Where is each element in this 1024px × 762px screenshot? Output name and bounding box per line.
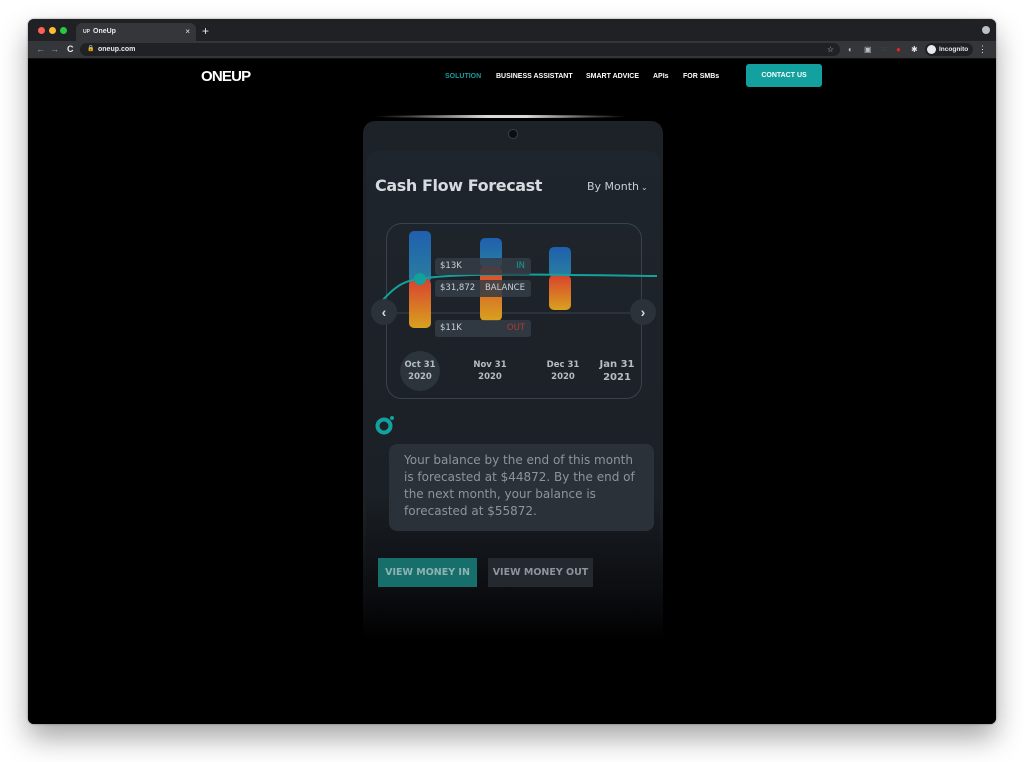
bar-dec[interactable] [549,247,571,310]
in-key: IN [516,261,525,271]
forecast-chart: $13K IN $31,872 BALANCE $11K OUT Oct 31 … [381,223,658,399]
balance-value: $31,872 [440,283,476,293]
minimize-window-button[interactable] [49,27,56,34]
widget-title: Cash Flow Forecast [375,176,543,195]
forward-icon[interactable]: → [50,41,59,58]
date-line2: 2020 [408,372,432,382]
reload-icon[interactable]: C [67,41,74,58]
address-bar[interactable]: 🔒 oneup.com ☆ [80,43,840,56]
nav-solution[interactable]: SOLUTION [445,73,481,80]
url-text[interactable]: oneup.com [98,43,135,56]
camera-icon [508,129,518,139]
red-extension-icon[interactable]: ● [896,41,901,58]
in-label: $13K IN [435,258,531,275]
date-line2: 2020 [551,372,575,382]
lock-icon: 🔒 [87,46,95,52]
bar-oct-out [409,279,431,328]
date-nov-2020[interactable]: Nov 31 2020 [472,359,508,383]
bar-dec-out [549,275,571,310]
view-money-out-button[interactable]: VIEW MONEY OUT [488,558,593,587]
period-label: By Month [587,180,640,193]
phone-glare [373,115,628,118]
period-dropdown[interactable]: By Month ⌄ [587,180,648,193]
next-month-button[interactable]: › [630,299,656,325]
date-line2: 2020 [478,372,502,382]
prev-month-button[interactable]: ‹ [371,299,397,325]
browser-tab[interactable]: UP OneUp × [76,23,196,41]
date-line2: 2021 [603,372,631,383]
incognito-label: Incognito [939,46,969,53]
extension-icon[interactable]: ◐ [848,41,853,58]
balance-key: BALANCE [484,283,525,293]
browser-menu-icon[interactable]: ⋮ [978,41,987,58]
assistant-message: Your balance by the end of this month is… [389,444,654,531]
browser-window: UP OneUp × + ← → C 🔒 oneup.com ☆ ◐ ▣ ⁙ ●… [28,19,996,724]
oneup-logo[interactable]: ONEUP [201,68,251,85]
nav-for-smbs[interactable]: FOR SMBs [683,73,719,80]
date-oct-2020[interactable]: Oct 31 2020 [400,351,440,391]
puzzle-icon[interactable]: ✱ [911,41,918,58]
in-value: $13K [440,261,462,271]
phone-mockup: Cash Flow Forecast By Month ⌄ $13K IN $3… [363,121,663,641]
out-key: OUT [506,323,525,333]
web-page: ONEUP SOLUTION BUSINESS ASSISTANT SMART … [28,59,996,724]
nav-apis[interactable]: APIs [653,73,669,80]
favicon-icon: UP [83,29,90,35]
out-label: $11K OUT [435,320,531,337]
chevron-down-icon: ⌄ [641,183,648,192]
grid-extension-icon[interactable]: ⁙ [881,41,888,58]
tab-strip: UP OneUp × + [28,19,996,41]
date-line1: Oct 31 [404,360,436,370]
incognito-avatar-icon [927,45,936,54]
contact-us-button[interactable]: CONTACT US [746,64,822,87]
browser-toolbar: ← → C 🔒 oneup.com ☆ ◐ ▣ ⁙ ● ✱ Incognito … [28,41,996,59]
nav-smart-advice[interactable]: SMART ADVICE [586,73,639,80]
back-icon[interactable]: ← [36,41,45,58]
bookmark-star-icon[interactable]: ☆ [827,43,834,56]
date-dec-2020[interactable]: Dec 31 2020 [545,359,581,383]
tab-close-icon[interactable]: × [185,23,190,41]
maximize-window-button[interactable] [60,27,67,34]
date-jan-2021[interactable]: Jan 31 2021 [597,358,637,384]
phone-screen: Cash Flow Forecast By Month ⌄ $13K IN $3… [366,151,660,641]
balance-label: $31,872 BALANCE [435,280,531,297]
balance-marker[interactable] [414,273,426,285]
new-tab-button[interactable]: + [202,22,209,40]
incognito-profile-button[interactable]: Incognito [925,43,973,56]
bar-dec-in [549,247,571,277]
date-line1: Jan 31 [599,359,635,370]
date-line1: Nov 31 [473,360,507,370]
view-money-in-button[interactable]: VIEW MONEY IN [378,558,477,587]
date-line1: Dec 31 [546,360,580,370]
window-menu-button[interactable] [982,26,990,34]
assistant-bot-icon [375,416,394,435]
nav-business-assistant[interactable]: BUSINESS ASSISTANT [496,73,573,80]
tab-title: OneUp [93,28,116,35]
camera-extension-icon[interactable]: ▣ [864,41,872,58]
close-window-button[interactable] [38,27,45,34]
out-value: $11K [440,323,462,333]
